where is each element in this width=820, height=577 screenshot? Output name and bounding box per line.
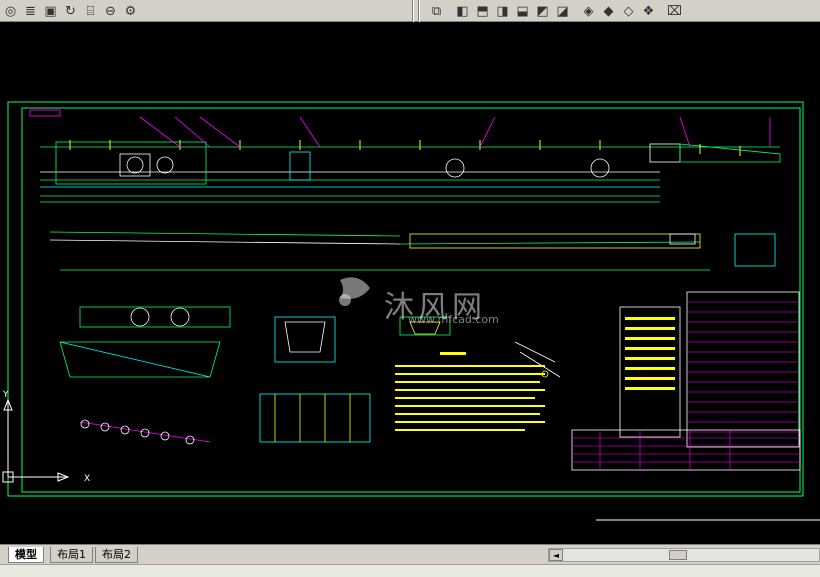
diamond-1-icon[interactable]: ◈ [580,3,597,20]
watermark-logo [339,277,370,306]
box-right-icon[interactable]: ◪ [554,3,571,20]
parts-table [571,291,801,471]
detail-views [59,306,561,445]
diamond-2-icon[interactable]: ◆ [600,3,617,20]
conveyor-elevation [29,109,781,203]
box-front-icon[interactable]: ◧ [454,3,471,20]
tab-layout2[interactable]: 布局2 [95,547,138,563]
toolbar-right-group: ⧉ ◧ ⬒ ◨ ⬓ ◩ ◪ ◈ ◆ ◇ ❖ ⌧ [428,1,683,21]
view-icon[interactable]: ⧉ [428,3,445,20]
circle-dot-icon[interactable]: ◎ [2,3,19,20]
intersect-icon[interactable]: ⊖ [102,3,119,20]
horizontal-scrollbar[interactable]: ◄ [548,548,820,562]
scroll-left-icon[interactable]: ◄ [549,549,563,561]
box-side-icon[interactable]: ◨ [494,3,511,20]
tab-layout1[interactable]: 布局1 [50,547,93,563]
box-back-icon[interactable]: ⬓ [514,3,531,20]
cad-application: ◎ ≣ ▣ ↻ ⌸ ⊖ ⚙ ⧉ ◧ ⬒ ◨ ⬓ ◩ ◪ ◈ ◆ ◇ ❖ ⌧ Y … [0,0,820,577]
tab-model[interactable]: 模型 [8,547,44,563]
top-toolbar: ◎ ≣ ▣ ↻ ⌸ ⊖ ⚙ ⧉ ◧ ⬒ ◨ ⬓ ◩ ◪ ◈ ◆ ◇ ❖ ⌧ [0,0,820,22]
conveyor-plan [49,231,776,271]
ucs-x-label: X [84,474,90,484]
box-top-icon[interactable]: ⬒ [474,3,491,20]
toolbar-separator [412,0,414,22]
technical-notes [395,352,545,431]
camera-icon[interactable]: ⌧ [666,3,683,20]
scroll-thumb[interactable] [669,550,687,560]
rotate-icon[interactable]: ↻ [62,3,79,20]
cylinder-icon[interactable]: ⌸ [82,3,99,20]
cube-icon[interactable]: ▣ [42,3,59,20]
toolbar-separator [418,0,420,22]
gear-circle-icon[interactable]: ⚙ [122,3,139,20]
watermark-url: www.mfcad.com [408,313,499,326]
drawing-canvas[interactable]: Y X 沐风网 www.mfcad.com [0,22,820,544]
status-bar [0,564,820,577]
toolbar-left-group: ◎ ≣ ▣ ↻ ⌸ ⊖ ⚙ [2,1,139,21]
layers-icon[interactable]: ≣ [22,3,39,20]
ucs-y-label: Y [2,390,9,400]
ucs-icon [2,398,70,483]
box-iso-icon[interactable]: ◩ [534,3,551,20]
title-tag [29,109,61,117]
diamond-4-icon[interactable]: ❖ [640,3,657,20]
layout-tabbar: 模型 布局1 布局2 ◄ [0,544,820,564]
diamond-3-icon[interactable]: ◇ [620,3,637,20]
